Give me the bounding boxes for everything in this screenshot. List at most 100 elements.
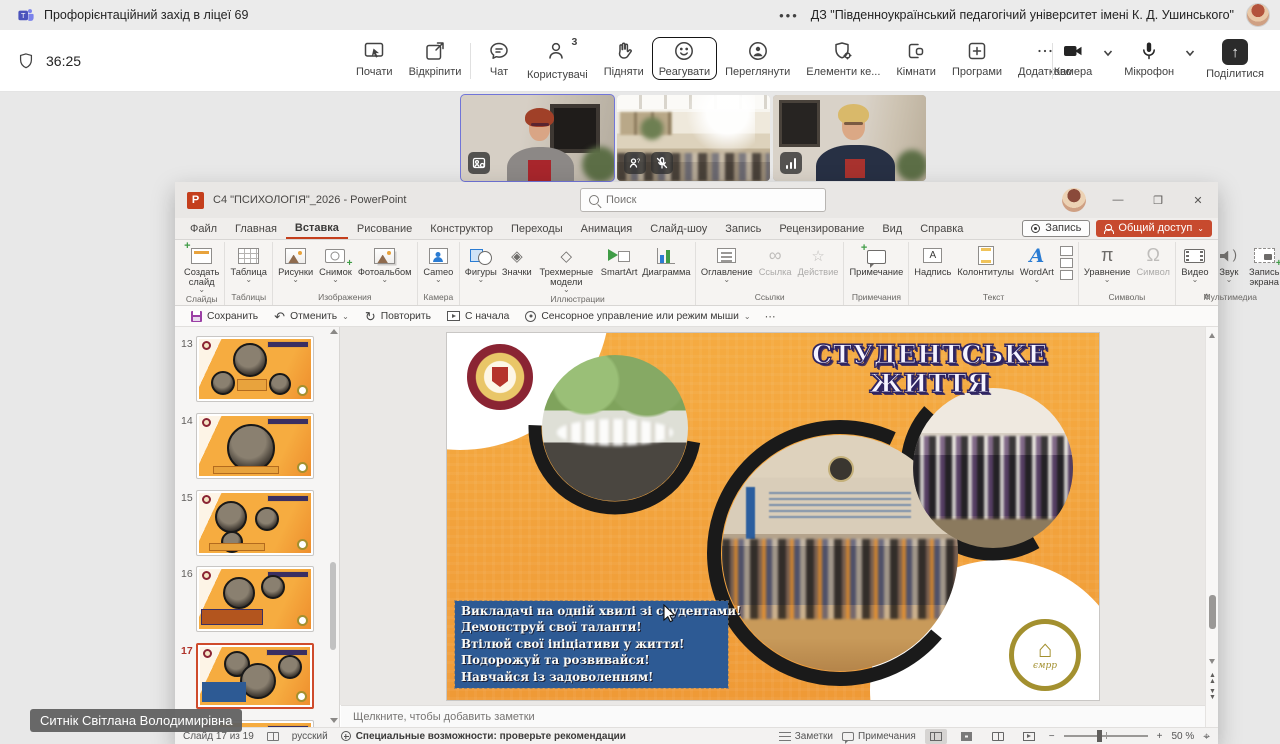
share-document-button[interactable]: Общий доступ	[1096, 220, 1212, 237]
fit-to-window-icon[interactable]	[1203, 729, 1210, 744]
notes-area[interactable]: Щелкните, чтобы добавить заметки	[341, 705, 1205, 727]
video-button[interactable]: Видео	[1178, 242, 1212, 283]
slide-number-icon[interactable]	[1060, 258, 1073, 268]
editor-scrollbar[interactable]	[1205, 327, 1218, 727]
shapes-button[interactable]: Фигуры	[462, 242, 499, 283]
language-label[interactable]: русский	[292, 731, 328, 742]
scroll-down-icon[interactable]	[1209, 659, 1215, 664]
share-tray-button[interactable]: Поділитися	[1198, 37, 1272, 82]
video-tile-classroom[interactable]: ?	[617, 95, 770, 181]
scrollbar-thumb[interactable]	[1209, 595, 1216, 629]
redo-button[interactable]: ↻Повторить	[357, 309, 439, 324]
accessibility-status[interactable]: Специальные возможности: проверьте реком…	[341, 731, 626, 742]
slide-thumbnail-17[interactable]	[196, 643, 314, 709]
tab-review[interactable]: Рецензирование	[770, 218, 873, 239]
microphone-button[interactable]: Мікрофон	[1116, 37, 1182, 80]
start-share-button[interactable]: Почати	[348, 37, 401, 80]
tab-file[interactable]: Файл	[181, 218, 226, 239]
screen-recording-button[interactable]: Запись экрана	[1246, 242, 1280, 287]
photo-album-button[interactable]: Фотоальбом	[355, 242, 415, 283]
participants-button[interactable]: 3 Користувачі	[519, 37, 596, 83]
control-elements-button[interactable]: Елементи ке...	[798, 37, 888, 80]
slide-photo-group-indoor[interactable]	[913, 388, 1073, 548]
textbox-button[interactable]: Надпись	[911, 242, 954, 277]
panel-scrollbar[interactable]	[328, 329, 338, 725]
datetime-icon[interactable]	[1060, 246, 1073, 256]
gold-emblem[interactable]: ємрр	[1009, 619, 1081, 691]
screenshot-button[interactable]: Снимок	[316, 242, 355, 283]
zoom-slider-thumb[interactable]	[1097, 730, 1102, 742]
titlebar-more-icon[interactable]: •••	[779, 8, 799, 23]
microphone-chevron[interactable]	[1182, 37, 1198, 69]
equation-button[interactable]: πУравнение	[1081, 242, 1134, 283]
slideshow-button[interactable]	[1018, 729, 1040, 744]
zoom-slider[interactable]	[1064, 735, 1148, 736]
react-button[interactable]: Реагувати	[652, 37, 717, 80]
touch-mode-button[interactable]: Сенсорное управление или режим мыши	[517, 309, 758, 324]
search-box[interactable]	[580, 188, 826, 212]
raise-hand-button[interactable]: Підняти	[596, 37, 652, 80]
toc-button[interactable]: Оглавление	[698, 242, 756, 283]
cameo-button[interactable]: Cameo	[420, 242, 456, 283]
account-avatar[interactable]	[1062, 188, 1086, 212]
slide-thumbnail-15[interactable]	[196, 490, 314, 556]
zoom-in-button[interactable]	[1157, 731, 1163, 742]
pictures-button[interactable]: Рисунки	[275, 242, 316, 283]
slide-title[interactable]: СТУДЕНТСЬКЕ ЖИТТЯ	[765, 340, 1095, 398]
from-start-button[interactable]: С начала	[439, 309, 517, 324]
spellcheck-icon[interactable]	[267, 732, 279, 741]
zoom-out-button[interactable]	[1049, 731, 1055, 742]
slide-text-box[interactable]: Викладачі на одній хвилі зі студентами! …	[455, 601, 728, 688]
tab-record[interactable]: Запись	[716, 218, 770, 239]
zoom-level[interactable]: 50 %	[1171, 731, 1194, 742]
scroll-up-icon[interactable]	[1209, 333, 1215, 338]
video-tile-participant[interactable]	[773, 95, 926, 181]
slide-thumbnail-13[interactable]	[196, 336, 314, 402]
chart-button[interactable]: Диаграмма	[640, 242, 693, 277]
header-footer-button[interactable]: Колонтитулы	[954, 242, 1017, 277]
3d-models-button[interactable]: ◇Трехмерные модели	[534, 242, 598, 293]
view-button[interactable]: Переглянути	[717, 37, 798, 80]
undo-button[interactable]: ↶Отменить	[266, 309, 357, 324]
audio-button[interactable]: Звук	[1212, 242, 1246, 283]
close-button[interactable]: ✕	[1178, 182, 1218, 218]
collapse-ribbon-icon[interactable]	[1203, 291, 1210, 302]
tab-home[interactable]: Главная	[226, 218, 286, 239]
next-slide-button[interactable]	[1208, 689, 1217, 701]
comments-toggle-button[interactable]: Примечания	[842, 731, 916, 742]
tab-design[interactable]: Конструктор	[421, 218, 502, 239]
scroll-up-icon[interactable]	[330, 329, 338, 334]
object-icon[interactable]	[1060, 270, 1073, 280]
normal-view-button[interactable]	[925, 729, 947, 744]
minimize-button[interactable]: —	[1098, 182, 1138, 218]
slide-thumbnail-14[interactable]	[196, 413, 314, 479]
save-button[interactable]: Сохранить	[183, 309, 266, 324]
slide-photo-students-outdoor[interactable]	[542, 355, 688, 501]
qat-overflow-icon[interactable]	[759, 310, 782, 323]
wordart-button[interactable]: WordArt	[1017, 242, 1057, 283]
reading-view-button[interactable]	[987, 729, 1009, 744]
scroll-down-icon[interactable]	[330, 718, 338, 723]
new-slide-button[interactable]: Создать слайд	[181, 242, 222, 293]
restore-button[interactable]: ❐	[1138, 182, 1178, 218]
scrollbar-thumb[interactable]	[330, 562, 336, 650]
apps-button[interactable]: Програми	[944, 37, 1010, 80]
previous-slide-button[interactable]	[1208, 673, 1217, 685]
tab-slideshow[interactable]: Слайд-шоу	[641, 218, 716, 239]
comment-button[interactable]: Примечание	[846, 242, 906, 277]
rooms-button[interactable]: Кімнати	[888, 37, 944, 80]
chat-button[interactable]: Чат	[479, 37, 519, 80]
search-input[interactable]	[606, 194, 817, 206]
slide-canvas[interactable]: ємрр СТУДЕНТСЬКЕ ЖИТТЯ Викладачі на одні…	[447, 333, 1099, 700]
tab-view[interactable]: Вид	[873, 218, 911, 239]
record-button[interactable]: Запись	[1022, 220, 1090, 237]
camera-button[interactable]: Камера	[1046, 37, 1100, 80]
table-button[interactable]: Таблица	[227, 242, 269, 283]
tab-draw[interactable]: Рисование	[348, 218, 421, 239]
camera-chevron[interactable]	[1100, 37, 1116, 69]
icons-button[interactable]: ◈Значки	[499, 242, 534, 277]
university-logo[interactable]	[467, 344, 533, 410]
user-avatar[interactable]	[1246, 3, 1270, 27]
unpin-button[interactable]: Відкріпити	[401, 37, 470, 80]
video-tile-speaker[interactable]	[461, 95, 614, 181]
